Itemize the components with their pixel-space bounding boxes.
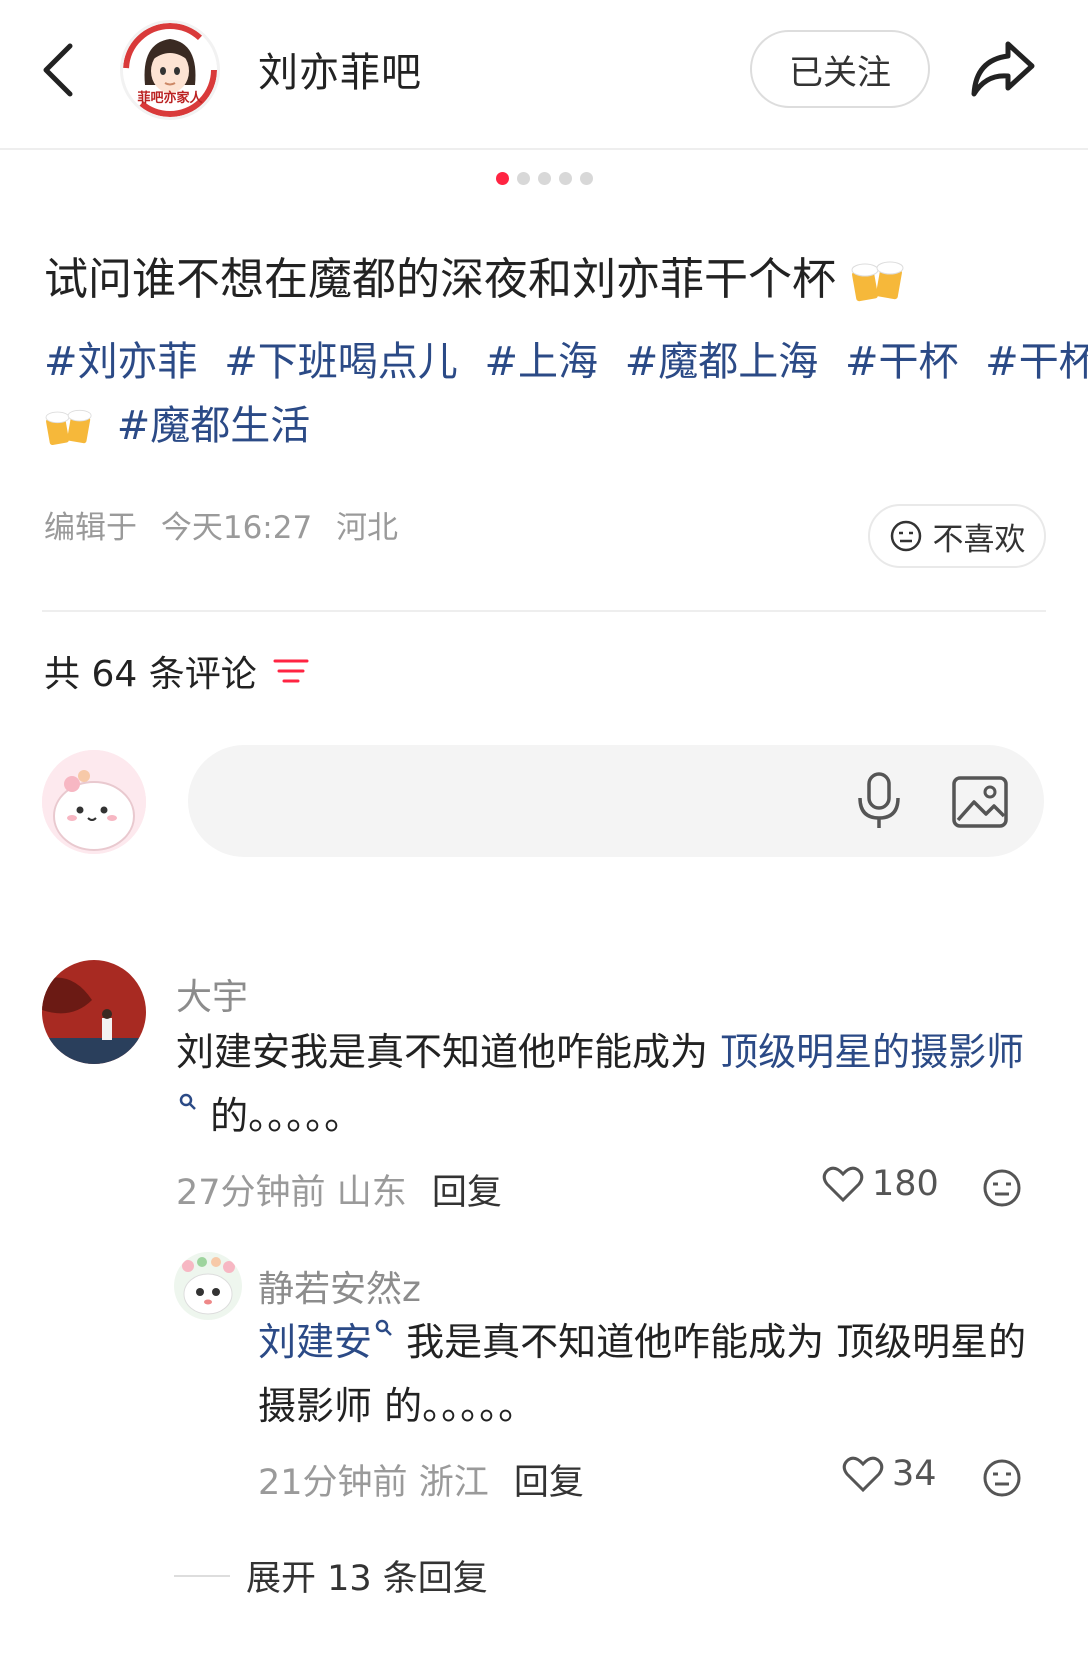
comment-count-header: 共 64 条评论 xyxy=(44,645,309,697)
tag-link[interactable]: #干杯 xyxy=(845,339,959,385)
comment-time: 27分钟前 xyxy=(176,1173,326,1213)
carousel-dot[interactable] xyxy=(558,172,572,185)
comment-meta: 21分钟前 浙江 回复 xyxy=(258,1454,584,1505)
microphone-icon[interactable] xyxy=(854,770,904,832)
expand-divider xyxy=(174,1574,230,1577)
carousel-dot-active[interactable] xyxy=(495,172,509,185)
comment-avatar[interactable] xyxy=(174,1252,242,1320)
comment-location: 浙江 xyxy=(418,1463,489,1503)
like-count: 180 xyxy=(872,1164,939,1204)
post-tags: #刘亦菲 #下班喝点儿 #上海 #魔都上海 #干杯 #干杯 #魔都生活 xyxy=(44,330,1088,458)
tags-line-2: #魔都生活 xyxy=(44,394,1044,458)
tags-line-1: #刘亦菲 #下班喝点儿 #上海 #魔都上海 #干杯 #干杯 xyxy=(44,330,1088,394)
dislike-label: 不喜欢 xyxy=(932,521,1026,558)
follow-button[interactable]: 已关注 xyxy=(750,30,930,108)
search-link-text: 顶级明星的摄影师 xyxy=(720,1030,1025,1074)
search-link-text: 刘建安 xyxy=(258,1320,373,1364)
tag-link[interactable]: #魔都生活 xyxy=(117,403,311,449)
comment-text-after: 的。。。。。 xyxy=(198,1094,363,1138)
comment-avatar[interactable] xyxy=(42,960,146,1064)
dislike-button[interactable]: 不喜欢 xyxy=(868,504,1046,568)
post-meta: 编辑于 今天16:27 河北 xyxy=(44,502,412,547)
tag-link[interactable]: #上海 xyxy=(484,339,598,385)
my-avatar[interactable] xyxy=(42,750,146,854)
expand-replies-label: 展开 13 条回复 xyxy=(246,1559,488,1599)
image-icon[interactable] xyxy=(950,772,1010,832)
post-title: 试问谁不想在魔都的深夜和刘亦菲干个杯 xyxy=(44,250,1054,310)
sort-lines-icon[interactable] xyxy=(273,656,309,686)
comment-count-label: 共 64 条评论 xyxy=(44,654,257,695)
like-button[interactable]: 34 xyxy=(842,1454,937,1494)
comment-time: 21分钟前 xyxy=(258,1463,408,1503)
like-button[interactable]: 180 xyxy=(822,1164,939,1204)
like-count: 34 xyxy=(892,1454,937,1494)
comment-input[interactable] xyxy=(188,745,1044,857)
share-arrow-icon[interactable] xyxy=(968,36,1038,100)
tag-link[interactable]: #刘亦菲 xyxy=(44,339,198,385)
search-link[interactable]: 刘建安 xyxy=(258,1319,394,1364)
heart-icon xyxy=(822,1166,864,1203)
shop-name[interactable]: 刘亦菲吧 xyxy=(258,40,422,98)
comment-text: 刘建安我是真不知道他咋能成为 顶级明星的摄影师 的。。。。。 xyxy=(176,1020,1036,1148)
carousel-dot[interactable] xyxy=(537,172,551,185)
edited-time: 今天16:27 xyxy=(160,510,313,546)
comment-meta: 27分钟前 山东 回复 xyxy=(176,1164,502,1215)
carousel-dot[interactable] xyxy=(516,172,530,185)
beer-mugs-icon xyxy=(45,409,92,445)
comment-username[interactable]: 大宇 xyxy=(176,968,248,1020)
shop-avatar-caption: 菲吧亦家人 xyxy=(137,91,203,106)
edited-label: 编辑于 xyxy=(44,510,137,546)
comment-location: 山东 xyxy=(336,1173,407,1213)
tag-link[interactable]: #干杯 xyxy=(985,339,1088,385)
tag-link[interactable]: #下班喝点儿 xyxy=(224,339,458,385)
carousel-dot[interactable] xyxy=(579,172,593,185)
neutral-face-icon[interactable] xyxy=(982,1168,1022,1208)
comment-text-before: 刘建安我是真不知道他咋能成为 xyxy=(176,1030,721,1074)
expand-replies[interactable]: 展开 13 条回复 xyxy=(174,1550,488,1601)
comment-text: 刘建安 我是真不知道他咋能成为 顶级明星的摄影师 的。。。。。 xyxy=(258,1310,1038,1438)
search-icon xyxy=(375,1319,392,1336)
post-title-text: 试问谁不想在魔都的深夜和刘亦菲干个杯 xyxy=(44,254,836,305)
neutral-face-icon xyxy=(890,520,921,552)
search-icon xyxy=(179,1093,196,1110)
carousel-indicator xyxy=(0,172,1088,185)
top-bar: 菲吧亦家人 刘亦菲吧 已关注 xyxy=(0,0,1088,150)
neutral-face-icon[interactable] xyxy=(982,1458,1022,1498)
shop-avatar[interactable]: 菲吧亦家人 xyxy=(120,20,220,120)
heart-icon xyxy=(842,1456,884,1493)
reply-button[interactable]: 回复 xyxy=(514,1463,584,1503)
tag-link[interactable]: #魔都上海 xyxy=(625,339,819,385)
section-divider xyxy=(42,610,1046,612)
reply-button[interactable]: 回复 xyxy=(432,1173,502,1213)
comment-username[interactable]: 静若安然z xyxy=(258,1260,421,1312)
chevron-left-icon[interactable] xyxy=(38,40,78,100)
post-location: 河北 xyxy=(336,510,399,546)
beer-mugs-icon xyxy=(851,261,904,302)
